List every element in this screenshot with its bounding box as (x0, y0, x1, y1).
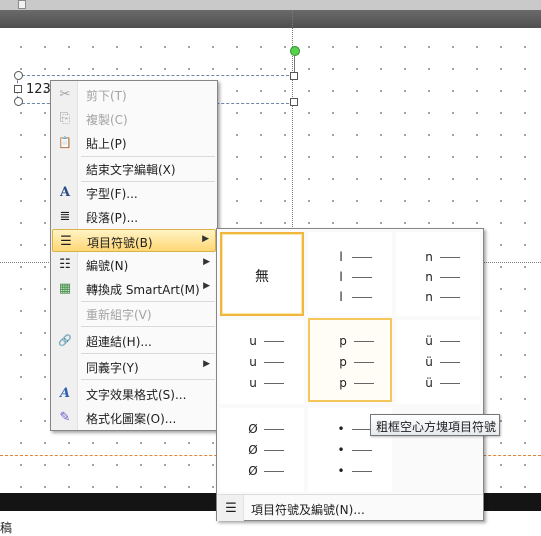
submenu-arrow-icon: ▶ (203, 359, 210, 369)
menu-item-format-text-effects[interactable]: A 文字效果格式(S)... (52, 382, 216, 405)
copy-icon: ⎘ (59, 111, 71, 126)
bullet-option-1[interactable]: l l l (308, 232, 392, 316)
smartart-icon: ▦ (58, 281, 72, 296)
menu-item-cut[interactable]: ✂ 剪下(T) (52, 83, 216, 106)
numbering-icon: ☷ (59, 257, 71, 272)
hyperlink-icon: 🔗 (58, 334, 72, 347)
font-icon: A (59, 185, 71, 200)
bullet-tooltip: 粗框空心方塊項目符號 (370, 414, 500, 436)
textbox-text[interactable]: 123 (26, 82, 51, 97)
paste-icon: 📋 (58, 136, 72, 149)
menu-item-bullets[interactable]: ☰ 項目符號(B) ▶ (52, 229, 216, 252)
menu-item-synonyms[interactable]: 同義字(Y) ▶ (52, 355, 216, 378)
notes-text: 稿 (0, 521, 13, 535)
submenu-arrow-icon: ▶ (203, 281, 210, 291)
rotation-handle[interactable] (290, 46, 300, 56)
menu-item-numbering[interactable]: ☷ 編號(N) ▶ (52, 253, 216, 276)
ruler-indent-marker[interactable] (18, 0, 26, 9)
bullets-and-numbering-item[interactable]: ☰ 項目符號及編號(N)... (217, 494, 483, 521)
resize-handle-bottom-left[interactable] (14, 97, 23, 106)
submenu-arrow-icon: ▶ (202, 234, 209, 244)
menu-item-reconvert[interactable]: 重新組字(V) (52, 302, 216, 325)
menu-item-font[interactable]: A 字型(F)... (52, 181, 216, 204)
ruler-dark-strip (0, 10, 541, 28)
cut-icon: ✂ (59, 87, 71, 102)
bullet-option-none[interactable]: 無 (220, 232, 304, 316)
resize-handle-bottom[interactable] (290, 98, 298, 106)
rotation-stem (294, 56, 295, 72)
menu-separator (81, 353, 215, 354)
text-effects-icon: A (59, 386, 71, 401)
menu-separator (81, 379, 215, 380)
bullet-option-2[interactable]: n n n (396, 232, 480, 316)
format-shape-icon: ✎ (59, 410, 71, 425)
paragraph-icon: ≣ (59, 209, 71, 224)
menu-item-format-shape[interactable]: ✎ 格式化圖案(O)... (52, 406, 216, 429)
menu-separator (81, 326, 215, 327)
bullets-submenu: 無 l l l n n n u u u p p p ü ü ü Ø Ø Ø • … (216, 228, 484, 521)
context-menu: ✂ 剪下(T) ⎘ 複製(C) 📋 貼上(P) 結束文字編輯(X) A 字型(F… (50, 80, 218, 431)
resize-handle-top[interactable] (290, 72, 298, 80)
menu-item-copy[interactable]: ⎘ 複製(C) (52, 107, 216, 130)
menu-item-paste[interactable]: 📋 貼上(P) (52, 131, 216, 154)
menu-item-hyperlink[interactable]: 🔗 超連結(H)... (52, 329, 216, 352)
bullet-option-4-hover[interactable]: p p p (308, 318, 392, 402)
submenu-arrow-icon: ▶ (203, 257, 210, 267)
bullet-option-3[interactable]: u u u (220, 320, 304, 404)
menu-item-exit-text-edit[interactable]: 結束文字編輯(X) (52, 157, 216, 180)
bullets-icon: ☰ (60, 234, 72, 249)
menu-item-paragraph[interactable]: ≣ 段落(P)... (52, 205, 216, 228)
resize-handle-left[interactable] (14, 85, 22, 93)
bullet-option-6[interactable]: Ø Ø Ø (220, 408, 304, 492)
menu-item-convert-smartart[interactable]: ▦ 轉換成 SmartArt(M) ▶ (52, 277, 216, 300)
bullets-icon: ☰ (225, 501, 237, 516)
bullet-option-5[interactable]: ü ü ü (396, 320, 480, 404)
resize-handle-top-left[interactable] (14, 71, 23, 80)
